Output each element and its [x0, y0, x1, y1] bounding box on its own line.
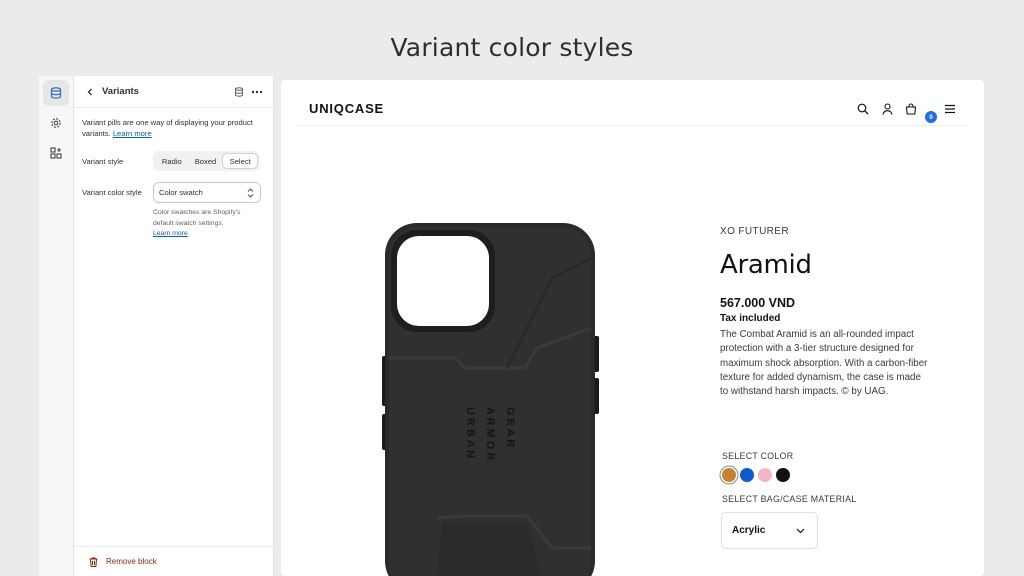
- rail-apps-button[interactable]: [43, 140, 69, 166]
- chevron-left-icon: [87, 88, 92, 95]
- product-image: U R B A N A R M O R G E A R: [382, 223, 599, 576]
- rail-sections-button[interactable]: [43, 80, 69, 106]
- help-text: Color swatches are Shopify's default swa…: [153, 209, 241, 227]
- product-vendor: XO FUTURER: [720, 226, 789, 237]
- search-button[interactable]: [856, 102, 870, 116]
- search-icon: [857, 103, 869, 115]
- chevron-down-icon: [796, 528, 805, 533]
- variant-color-style-label: Variant color style: [82, 188, 142, 197]
- color-swatches: [722, 468, 794, 482]
- description-text: Variant pills are one way of displaying …: [82, 118, 253, 138]
- variant-color-style-help: Color swatches are Shopify's default swa…: [153, 208, 261, 240]
- hamburger-menu-icon: [945, 104, 955, 114]
- svg-text:G E A R: G E A R: [504, 407, 516, 447]
- apps-icon: [50, 147, 62, 159]
- select-color-label: SELECT COLOR: [722, 451, 794, 461]
- svg-text:U R B A N: U R B A N: [464, 407, 476, 458]
- variant-style-label: Variant style: [82, 157, 124, 166]
- product-price: 567.000 VND: [720, 296, 796, 310]
- variant-style-option-radio[interactable]: Radio: [155, 153, 189, 169]
- cart-button[interactable]: [904, 102, 918, 116]
- page-heading: Variant color styles: [390, 33, 634, 62]
- panel-title: Variants: [102, 86, 139, 97]
- color-swatch-pink[interactable]: [758, 468, 772, 482]
- select-material-label: SELECT BAG/CASE MATERIAL: [722, 494, 857, 504]
- variant-style-option-boxed[interactable]: Boxed: [189, 153, 223, 169]
- panel-description: Variant pills are one way of displaying …: [74, 108, 273, 139]
- select-chevrons-icon: [247, 187, 254, 198]
- variant-style-option-select[interactable]: Select: [222, 153, 259, 169]
- panel-header: Variants: [74, 76, 273, 108]
- rail-settings-button[interactable]: [43, 110, 69, 136]
- product-title: Aramid: [720, 250, 812, 280]
- trash-icon: [89, 557, 98, 567]
- learn-more-link[interactable]: Learn more: [113, 129, 152, 138]
- variant-style-row: Variant style Radio Boxed Select: [74, 151, 273, 171]
- ellipsis-icon: [251, 90, 263, 93]
- color-swatch-black[interactable]: [776, 468, 790, 482]
- product-info: XO FUTURER Aramid 567.000 VND Tax includ…: [720, 226, 930, 399]
- storefront-preview: UNIQCASE 0 U R B A N A R M O R G E A R X…: [281, 80, 984, 576]
- editor-rail: [39, 76, 74, 576]
- variant-color-style-select[interactable]: Color swatch: [153, 182, 261, 203]
- back-button[interactable]: [82, 84, 98, 100]
- help-learn-more-link[interactable]: Learn more: [153, 230, 188, 237]
- color-swatch-orange[interactable]: [722, 468, 736, 482]
- user-icon: [881, 103, 893, 115]
- cart-count-badge: 0: [925, 111, 937, 123]
- tax-note: Tax included: [720, 313, 781, 324]
- remove-block-label: Remove block: [106, 557, 157, 566]
- variant-style-segmented-control: Radio Boxed Select: [153, 151, 260, 171]
- store-logo[interactable]: UNIQCASE: [309, 101, 384, 116]
- svg-text:A R M O R: A R M O R: [484, 407, 496, 460]
- variant-color-style-value: Color swatch: [159, 188, 203, 197]
- database-icon: [234, 86, 244, 97]
- database-icon: [50, 87, 62, 99]
- menu-button[interactable]: [943, 102, 957, 116]
- material-select-value: Acrylic: [732, 525, 766, 536]
- material-select[interactable]: Acrylic: [721, 512, 818, 549]
- remove-block-button[interactable]: Remove block: [74, 546, 274, 576]
- settings-panel: Variants Variant pills are one way of di…: [74, 76, 274, 576]
- shopping-bag-icon: [905, 103, 917, 115]
- account-button[interactable]: [880, 102, 894, 116]
- gear-icon: [51, 118, 61, 128]
- more-options-button[interactable]: [249, 84, 265, 100]
- product-description: The Combat Aramid is an all-rounded impa…: [720, 329, 928, 398]
- dynamic-source-button[interactable]: [231, 84, 247, 100]
- color-swatch-blue[interactable]: [740, 468, 754, 482]
- store-header: UNIQCASE 0: [295, 94, 969, 126]
- variant-color-style-row: Variant color style Color swatch Color s…: [74, 182, 273, 240]
